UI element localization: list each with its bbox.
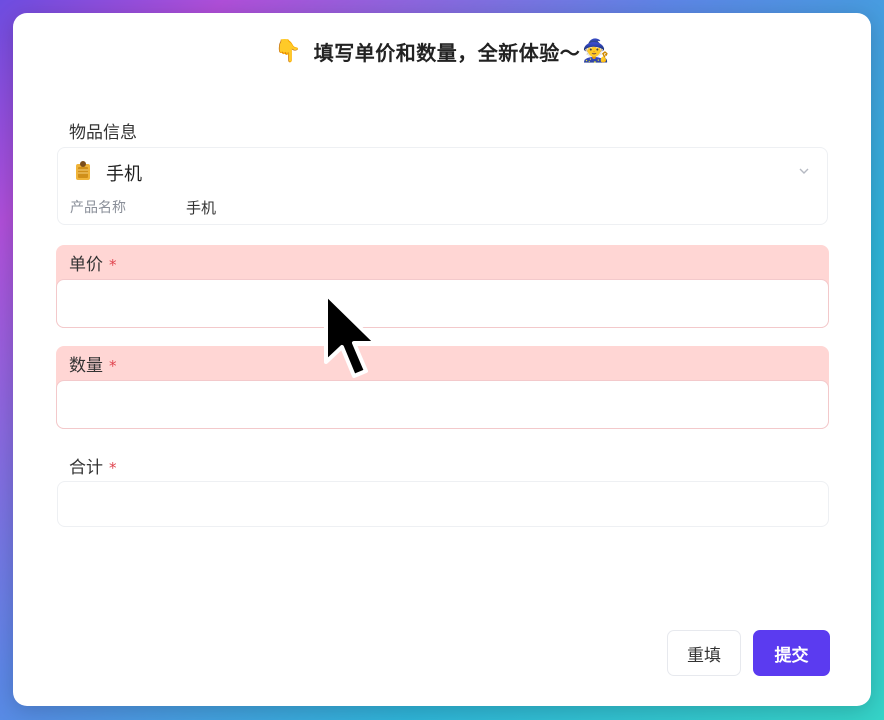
- reset-button[interactable]: 重填: [667, 630, 741, 676]
- form-window: 👇 填写单价和数量，全新体验～ 🧙 物品信息 手机 产品名称 手机 单价 * 数量…: [13, 13, 871, 706]
- unit-price-field: 单价 *: [56, 245, 829, 328]
- total-input[interactable]: [57, 481, 829, 527]
- product-select[interactable]: 手机 产品名称 手机: [57, 147, 828, 225]
- required-mark: *: [109, 459, 117, 477]
- quantity-field: 数量 *: [56, 346, 829, 429]
- unit-price-input[interactable]: [56, 279, 829, 328]
- unit-price-label: 单价 *: [69, 255, 117, 275]
- product-field-label: 物品信息: [69, 123, 137, 143]
- form-title-text: 填写单价和数量，全新体验～: [313, 41, 581, 65]
- wizard-icon: 🧙: [582, 39, 610, 64]
- total-label: 合计 *: [69, 458, 117, 478]
- required-mark: *: [109, 357, 117, 375]
- mouse-cursor-icon: [324, 292, 378, 378]
- product-attr-value: 手机: [186, 199, 217, 217]
- pointing-down-icon: 👇: [274, 39, 302, 64]
- product-attr-label: 产品名称: [70, 200, 126, 216]
- product-icon: [76, 161, 90, 180]
- quantity-input[interactable]: [56, 380, 829, 429]
- required-mark: *: [109, 256, 117, 274]
- product-selected-value: 手机: [106, 164, 142, 185]
- chevron-down-icon[interactable]: [797, 164, 811, 178]
- submit-button[interactable]: 提交: [753, 630, 830, 676]
- quantity-label: 数量 *: [69, 356, 117, 376]
- form-title: 👇 填写单价和数量，全新体验～ 🧙: [13, 37, 871, 66]
